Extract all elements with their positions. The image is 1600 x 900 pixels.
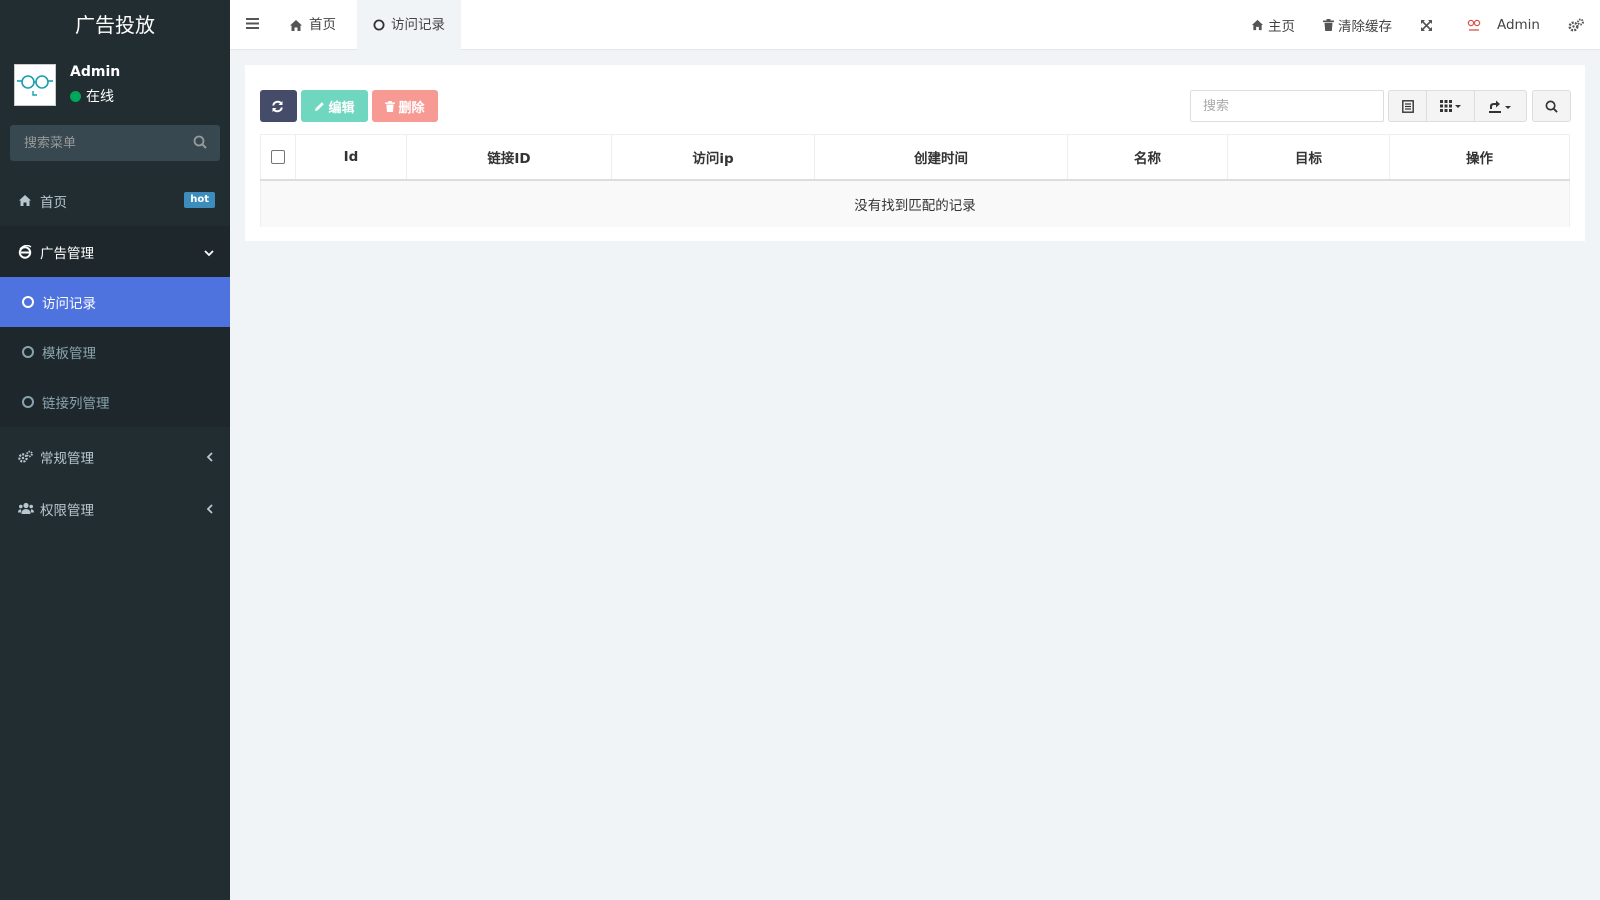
user-name: Admin [70, 64, 121, 80]
column-header-created-at[interactable]: 创建时间 [814, 134, 1068, 181]
homepage-link[interactable]: 主页 [1237, 15, 1309, 35]
ie-icon [18, 244, 34, 259]
column-header-name[interactable]: 名称 [1067, 134, 1228, 181]
columns-button[interactable] [1427, 91, 1475, 121]
content-panel: 编辑 删除 Id 链接ID 访问ip 创建时间 名称 [245, 65, 1585, 241]
circle-icon [22, 296, 34, 308]
admin-user-menu[interactable]: Admin [1451, 16, 1554, 34]
sidebar-search [10, 125, 220, 161]
fullscreen-button[interactable] [1406, 19, 1451, 32]
sidebar-subitem-label: 模板管理 [42, 346, 96, 362]
column-header-link-id[interactable]: 链接ID [406, 134, 612, 181]
table-row: 没有找到匹配的记录 [260, 180, 1570, 227]
circle-icon [373, 19, 385, 31]
select-all-header [260, 134, 296, 181]
sidebar-subitem-visit-records[interactable]: 访问记录 [0, 277, 230, 327]
user-panel: Admin 在线 [0, 50, 230, 122]
table-header-row: Id 链接ID 访问ip 创建时间 名称 目标 操作 [260, 134, 1570, 181]
fullscreen-icon [1420, 19, 1432, 31]
sidebar-item-label: 广告管理 [40, 245, 94, 262]
circle-icon [22, 346, 34, 358]
sidebar-search-input[interactable] [10, 125, 194, 161]
tab-label: 首页 [309, 17, 336, 33]
empty-table-message: 没有找到匹配的记录 [260, 180, 1570, 227]
tab-label: 访问记录 [391, 17, 445, 33]
gears-icon [1568, 18, 1584, 32]
column-header-actions: 操作 [1389, 134, 1570, 181]
refresh-icon [271, 100, 283, 112]
grid-columns-icon [1439, 100, 1461, 112]
menu-toggle-icon[interactable] [246, 17, 259, 34]
trash-icon [385, 100, 396, 112]
homepage-label: 主页 [1267, 19, 1295, 35]
select-all-checkbox[interactable] [271, 150, 285, 164]
hot-badge: hot [184, 192, 215, 208]
sidebar-item-permission-management[interactable]: 权限管理 [0, 483, 230, 534]
circle-icon [22, 396, 34, 408]
clear-cache-label: 清除缓存 [1337, 19, 1392, 35]
table-search-input[interactable] [1191, 91, 1383, 121]
search-icon[interactable] [193, 135, 207, 153]
settings-button[interactable] [1554, 18, 1600, 32]
delete-button[interactable]: 删除 [372, 90, 438, 122]
sidebar-item-label: 权限管理 [40, 502, 94, 519]
data-table: Id 链接ID 访问ip 创建时间 名称 目标 操作 没有找到匹配的记录 [260, 134, 1570, 227]
column-header-visit-ip[interactable]: 访问ip [611, 134, 815, 181]
top-right-actions: 主页 清除缓存 Admin [1237, 0, 1600, 50]
edit-button[interactable]: 编辑 [301, 90, 368, 122]
home-icon [290, 19, 302, 31]
home-icon [18, 194, 34, 207]
user-status-label: 在线 [86, 89, 114, 105]
chevron-left-icon [206, 450, 214, 466]
toggle-view-button[interactable] [1389, 91, 1427, 121]
refresh-button[interactable] [260, 90, 297, 122]
online-dot-icon [70, 90, 81, 102]
admin-name: Admin [1496, 17, 1540, 33]
column-header-target[interactable]: 目标 [1227, 134, 1390, 181]
clear-cache-button[interactable]: 清除缓存 [1309, 15, 1406, 35]
brand-logo[interactable]: 广告投放 [0, 0, 230, 50]
sidebar-subitem-label: 链接列管理 [42, 396, 110, 412]
column-header-id[interactable]: Id [295, 134, 407, 181]
table-tools [1388, 90, 1527, 122]
top-navbar: 首页 访问记录 主页 清除缓存 Admin [230, 0, 1600, 50]
list-view-icon [1401, 99, 1414, 113]
sidebar-item-general-management[interactable]: 常规管理 [0, 431, 230, 483]
sidebar-item-ad-management[interactable]: 广告管理 [0, 226, 230, 277]
sidebar-subitem-template-management[interactable]: 模板管理 [0, 327, 230, 377]
chevron-down-icon [204, 245, 214, 261]
trash-icon [1322, 19, 1334, 31]
sidebar-subitem-label: 访问记录 [42, 296, 96, 312]
gears-icon [18, 450, 34, 464]
sidebar-item-home[interactable]: 首页 hot [0, 175, 230, 226]
tab-home[interactable]: 首页 [273, 0, 352, 50]
home-icon [1251, 19, 1264, 31]
sidebar-item-label: 首页 [40, 194, 67, 211]
submenu-ad-management: 访问记录 模板管理 链接列管理 [0, 277, 230, 427]
sidebar-subitem-link-list-management[interactable]: 链接列管理 [0, 377, 230, 427]
admin-avatar-icon [1465, 17, 1482, 33]
advanced-search-button[interactable] [1532, 90, 1571, 122]
edit-label: 编辑 [328, 100, 355, 116]
sidebar-item-label: 常规管理 [40, 451, 94, 467]
delete-label: 删除 [398, 100, 425, 116]
export-button[interactable] [1475, 91, 1526, 121]
sidebar-menu: 首页 hot 广告管理 访问记录 模板管理 链接列管理 常规管理 权限管理 [0, 175, 230, 534]
chevron-left-icon [206, 502, 214, 518]
sidebar: 广告投放 Admin 在线 搜索菜单 首页 hot 广告管理 访问记录 模板管理… [0, 0, 230, 900]
tab-visit-records[interactable]: 访问记录 [357, 0, 461, 50]
search-icon [1545, 100, 1558, 113]
avatar-glasses-icon [14, 64, 56, 106]
table-search [1190, 90, 1384, 122]
pencil-icon [315, 101, 325, 111]
avatar [14, 64, 56, 106]
export-icon [1488, 100, 1511, 113]
users-icon [18, 502, 34, 515]
user-status: 在线 [70, 86, 114, 106]
